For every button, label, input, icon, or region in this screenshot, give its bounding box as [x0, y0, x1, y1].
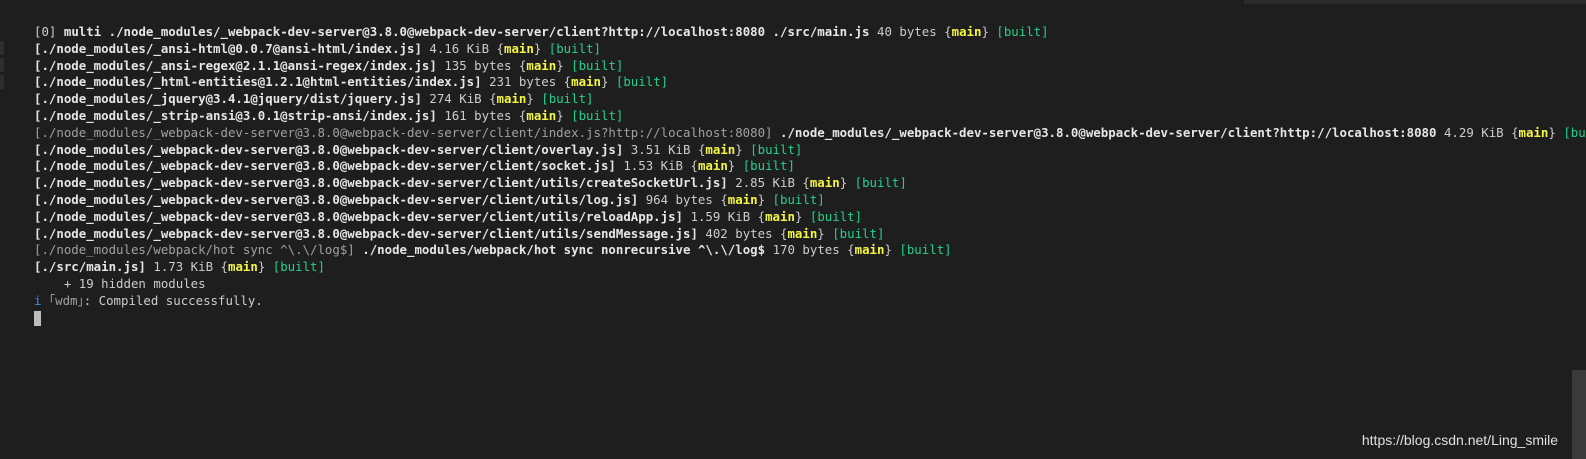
terminal-line: [./node_modules/_webpack-dev-server@3.8.…	[34, 175, 907, 191]
module-path: [./node_modules/_webpack-dev-server@3.8.…	[34, 191, 639, 207]
scrollbar[interactable]	[1572, 370, 1586, 459]
chunk-name: main	[854, 242, 885, 258]
chunk-name: main	[1518, 124, 1549, 140]
build-status: [built]	[571, 57, 624, 73]
terminal-line: [./node_modules/_webpack-dev-server@3.8.…	[34, 124, 1586, 142]
module-name: ./node_modules/webpack/hot sync nonrecur…	[362, 242, 766, 258]
terminal-line: [./node_modules/_webpack-dev-server@3.8.…	[34, 208, 863, 224]
gutter-marker	[0, 58, 4, 72]
chunk-name: main	[727, 191, 758, 207]
chunk-name: main	[526, 57, 557, 73]
terminal-panel[interactable]: [0] multi ./node_modules/_webpack-dev-se…	[0, 0, 1586, 459]
module-path: [./node_modules/_webpack-dev-server@3.8.…	[34, 175, 728, 191]
module-size: 1.53 KiB	[623, 158, 684, 174]
build-status: [built]	[571, 107, 624, 123]
terminal-line: [./node_modules/_webpack-dev-server@3.8.…	[34, 191, 825, 207]
module-path: [./node_modules/_webpack-dev-server@3.8.…	[34, 158, 616, 174]
terminal-line: [./node_modules/_ansi-html@0.0.7@ansi-ht…	[34, 40, 601, 56]
wdm-tag: ｢wdm｣	[48, 292, 84, 308]
chunk-name: main	[809, 175, 840, 191]
terminal-cursor[interactable]	[34, 310, 41, 326]
terminal-line: [0] multi ./node_modules/_webpack-dev-se…	[34, 24, 1049, 39]
module-size: 231 bytes	[489, 74, 557, 90]
build-status: [built]	[272, 259, 325, 275]
info-icon: i	[34, 292, 42, 308]
build-status: [built]	[854, 175, 907, 191]
chunk-name: main	[697, 158, 728, 174]
module-size: 1.59 KiB	[690, 208, 751, 224]
build-status: [built]	[809, 208, 863, 224]
build-status: [built]	[548, 40, 601, 56]
module-size: 4.29 KiB	[1443, 124, 1504, 140]
chunk-name: main	[951, 24, 982, 39]
terminal-line: [./node_modules/_webpack-dev-server@3.8.…	[34, 225, 885, 241]
module-size: 40 bytes	[877, 24, 937, 39]
build-status: [built]	[1563, 124, 1586, 140]
chunk-name: main	[496, 91, 527, 107]
build-status: [built]	[541, 91, 594, 107]
module-size: 3.51 KiB	[630, 141, 691, 157]
module-size: 161 bytes	[444, 107, 512, 123]
entry-name: multi ./node_modules/_webpack-dev-server…	[63, 24, 870, 39]
build-status: [built]	[832, 225, 885, 241]
chunk-name: main	[765, 208, 795, 224]
module-path: [./node_modules/_strip-ansi@3.0.1@strip-…	[34, 107, 437, 123]
chunk-name: main	[787, 225, 818, 241]
module-path: [./node_modules/_webpack-dev-server@3.8.…	[34, 225, 698, 241]
module-path: [./node_modules/_webpack-dev-server@3.8.…	[34, 141, 624, 157]
module-path: [./node_modules/_ansi-html@0.0.7@ansi-ht…	[34, 40, 422, 56]
chunk-name: main	[705, 141, 736, 157]
module-size: 170 bytes	[772, 242, 840, 258]
compile-message: : Compiled successfully.	[83, 292, 263, 308]
module-size: 2.85 KiB	[735, 175, 795, 191]
module-path: [./node_modules/_ansi-regex@2.1.1@ansi-r…	[34, 57, 437, 73]
build-status: [built]	[899, 242, 952, 258]
module-size: 964 bytes	[645, 191, 713, 207]
build-status: [built]	[750, 141, 803, 157]
module-path: [./node_modules/_webpack-dev-server@3.8.…	[34, 208, 684, 224]
terminal-output: [0] multi ./node_modules/_webpack-dev-se…	[34, 24, 1586, 327]
gutter-marker	[0, 75, 4, 89]
module-size: 1.73 KiB	[153, 259, 214, 275]
top-band	[1244, 0, 1586, 4]
build-status: [built]	[742, 158, 795, 174]
terminal-line: [./node_modules/_jquery@3.4.1@jquery/dis…	[34, 91, 594, 107]
terminal-line: [./node_modules/webpack/hot sync ^\.\/lo…	[34, 242, 952, 258]
terminal-line: [./node_modules/_webpack-dev-server@3.8.…	[34, 141, 803, 157]
module-path: [./node_modules/_html-entities@1.2.1@htm…	[34, 74, 482, 90]
module-path: [./node_modules/webpack/hot sync ^\.\/lo…	[34, 242, 355, 258]
gutter-marker	[0, 41, 4, 55]
module-name: ./node_modules/_webpack-dev-server@3.8.0…	[780, 124, 1437, 140]
module-path: [./node_modules/_webpack-dev-server@3.8.…	[34, 124, 773, 140]
terminal-line: [./node_modules/_html-entities@1.2.1@htm…	[34, 74, 669, 90]
chunk-id: [0]	[34, 24, 57, 39]
watermark-text: https://blog.csdn.net/Ling_smile	[1361, 432, 1558, 448]
chunk-name: main	[504, 40, 534, 56]
terminal-line: [./src/main.js] 1.73 KiB {main} [built]	[34, 259, 325, 275]
build-status: [built]	[615, 74, 669, 90]
terminal-line: [./node_modules/_webpack-dev-server@3.8.…	[34, 158, 795, 174]
module-path: [./node_modules/_jquery@3.4.1@jquery/dis…	[34, 91, 422, 107]
prompt-line[interactable]	[34, 310, 1556, 327]
module-path: [./src/main.js]	[34, 259, 146, 275]
terminal-line: [./node_modules/_strip-ansi@3.0.1@strip-…	[34, 107, 624, 123]
module-size: 135 bytes	[444, 57, 512, 73]
hidden-modules-text: + 19 hidden modules	[34, 275, 206, 291]
terminal-line: [./node_modules/_ansi-regex@2.1.1@ansi-r…	[34, 57, 624, 73]
build-status: [built]	[996, 24, 1049, 39]
module-size: 4.16 KiB	[429, 40, 490, 56]
chunk-name: main	[571, 74, 601, 90]
chunk-name: main	[526, 107, 557, 123]
terminal-line: + 19 hidden modules	[34, 276, 1556, 293]
module-size: 274 KiB	[429, 91, 482, 107]
chunk-name: main	[227, 259, 258, 275]
terminal-line: i ｢wdm｣: Compiled successfully.	[34, 293, 1556, 310]
build-status: [built]	[772, 191, 825, 207]
module-size: 402 bytes	[705, 225, 773, 241]
